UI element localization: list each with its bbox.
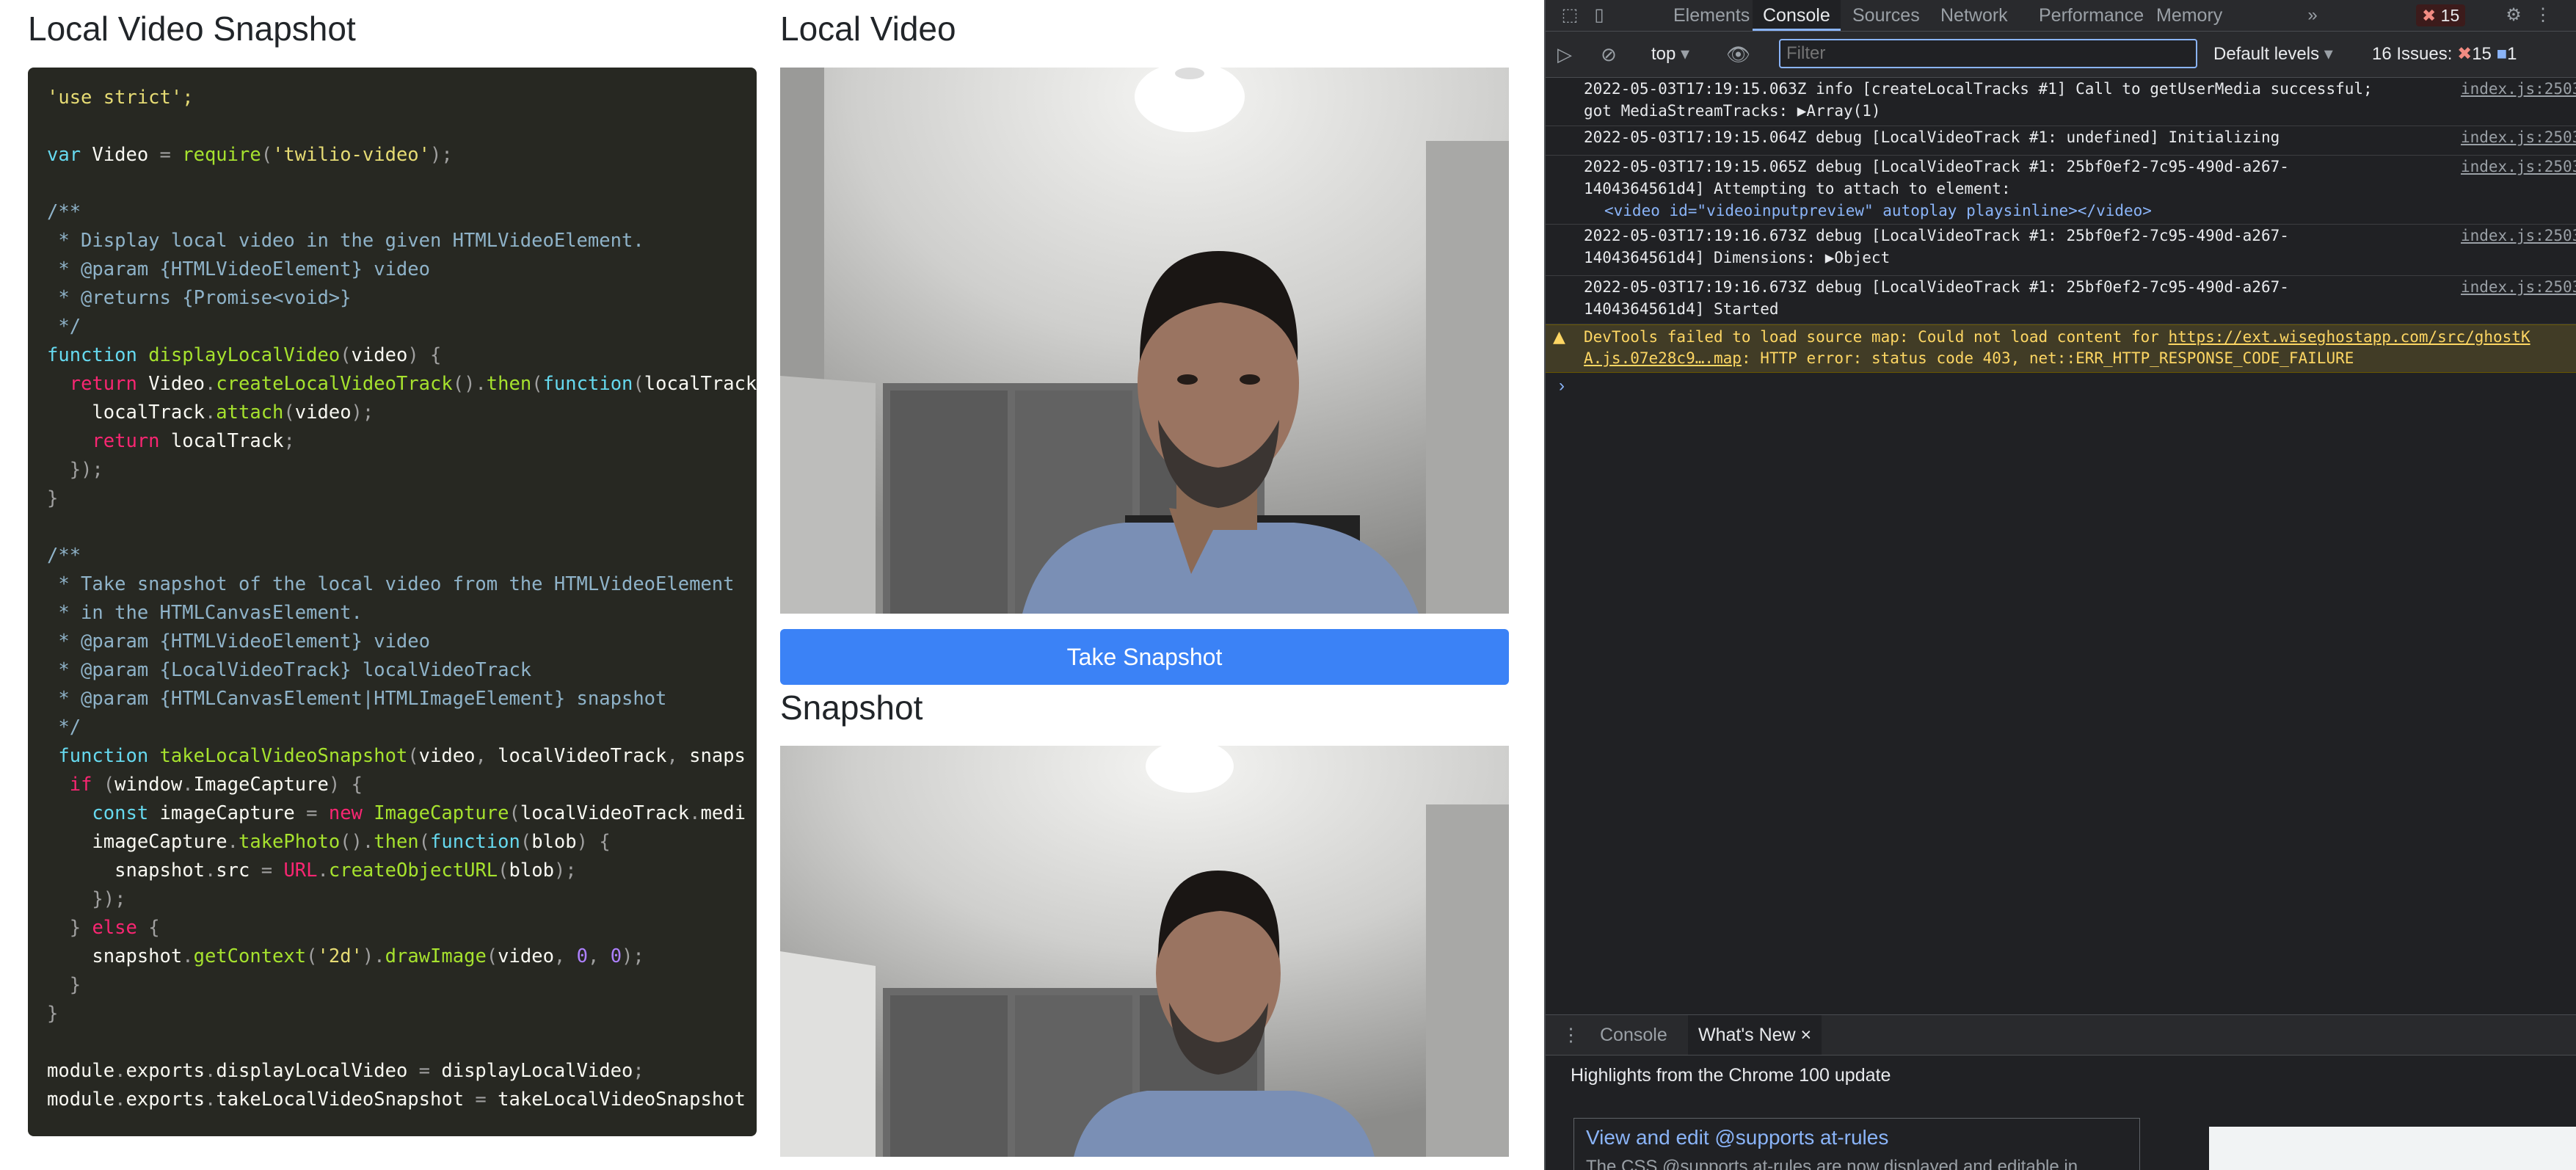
issues-label: 16 Issues: [2372, 44, 2453, 64]
device-toolbar-icon[interactable]: ▯ [1588, 4, 1610, 26]
snapshot-heading: Snapshot [780, 688, 923, 727]
log-source-link[interactable]: index.js:25033 [2461, 225, 2576, 247]
snapshot-frame-icon [780, 746, 1509, 1157]
devtools-panel: ⬚ ▯ Elements Console Sources Network Per… [1544, 0, 2576, 1170]
snapshot-image [780, 746, 1509, 1157]
log-levels-select[interactable]: Default levels ▾ [2213, 32, 2333, 77]
source-map-link[interactable]: https://ext.wiseghostapp.com/src/ghostK [2169, 328, 2530, 346]
clear-console-icon[interactable]: ⊘ [1597, 43, 1620, 66]
source-map-link-continued[interactable]: A.js.07e28c9….map [1584, 349, 1742, 367]
whats-new-card[interactable]: View and edit @supports at-rules The CSS… [1573, 1118, 2140, 1170]
close-icon[interactable]: × [1801, 1025, 1812, 1045]
whats-new-heading: Highlights from the Chrome 100 update [1571, 1065, 1891, 1086]
whats-new-card-title[interactable]: View and edit @supports at-rules [1586, 1126, 1888, 1149]
log-element-node[interactable]: <video id="videoinputpreview" autoplay p… [1604, 200, 2152, 222]
tab-performance[interactable]: Performance [2029, 0, 2154, 31]
warning-text: DevTools failed to load source map: Coul… [1584, 327, 2530, 369]
inspect-element-icon[interactable]: ⬚ [1559, 4, 1581, 26]
warning-suffix: : HTTP error: status code 403, net::ERR_… [1741, 349, 2354, 367]
web-page: Local Video Snapshot 'use strict'; var V… [0, 0, 1544, 1170]
more-vertical-icon[interactable]: ⋮ [1556, 1015, 1586, 1055]
log-text: 2022-05-03T17:19:15.063Z info [createLoc… [1584, 80, 2373, 120]
drawer-tab-whats-new[interactable]: What's New × [1688, 1015, 1822, 1055]
log-text: 2022-05-03T17:19:16.673Z debug [LocalVid… [1584, 278, 2289, 318]
code-line: function takeLocalVideoSnapshot(video, l… [47, 745, 746, 1025]
local-video [780, 68, 1509, 614]
code-block: 'use strict'; var Video = require('twili… [28, 68, 757, 1136]
error-count: 15 [2440, 6, 2460, 25]
log-text: 2022-05-03T17:19:15.065Z debug [LocalVid… [1584, 158, 2289, 197]
tab-sources[interactable]: Sources [1842, 0, 1930, 31]
filter-input[interactable] [1779, 39, 2197, 68]
more-vertical-icon[interactable]: ⋮ [2532, 4, 2554, 26]
whats-new-preview-image [2209, 1127, 2576, 1170]
code-comment: /** * Display local video in the given H… [47, 201, 644, 338]
info-icon: ■ [2496, 44, 2508, 64]
issues-info-count: 1 [2507, 44, 2517, 64]
code-line: function displayLocalVideo(video) { retu… [47, 344, 757, 509]
issues-error-count: 15 [2472, 44, 2492, 64]
whats-new-card-desc: The CSS @supports at-rules are now displ… [1586, 1157, 2078, 1170]
tab-memory[interactable]: Memory [2146, 0, 2233, 31]
eye-icon[interactable]: 👁 [1726, 43, 1750, 66]
code-line: module.exports.displayLocalVideo = displ… [47, 1060, 746, 1111]
tab-console[interactable]: Console [1753, 0, 1841, 31]
error-icon: ✖ [2457, 44, 2473, 64]
console-message: 2022-05-03T17:19:15.065Z debug [LocalVid… [1546, 156, 2576, 225]
dropdown-arrow-icon: ▾ [1681, 44, 1690, 64]
log-source-link[interactable]: index.js:25033 [2461, 276, 2576, 298]
drawer-tab-label: What's New [1698, 1025, 1796, 1045]
log-text: 2022-05-03T17:19:15.064Z debug [LocalVid… [1584, 128, 2280, 146]
issues-button[interactable]: 16 Issues: ✖15 ■1 [2372, 32, 2517, 77]
log-text: 2022-05-03T17:19:16.673Z debug [LocalVid… [1584, 227, 2289, 266]
console-message: 2022-05-03T17:19:15.064Z debug [LocalVid… [1546, 126, 2576, 156]
error-count-badge[interactable]: ✖ 15 [2416, 4, 2466, 26]
dropdown-arrow-icon: ▾ [2324, 44, 2333, 64]
devtools-drawer: ⋮ Console What's New × Highlights from t… [1546, 1014, 2576, 1170]
video-frame-icon [780, 68, 1509, 614]
code-comment: /** * Take snapshot of the local video f… [47, 545, 735, 738]
console-warning: ▲ DevTools failed to load source map: Co… [1546, 324, 2576, 373]
tab-network[interactable]: Network [1930, 0, 2018, 31]
error-icon: ✖ [2422, 6, 2437, 25]
take-snapshot-button[interactable]: Take Snapshot [780, 629, 1509, 685]
drawer-tab-console[interactable]: Console [1590, 1015, 1678, 1055]
devtools-tabbar: ⬚ ▯ Elements Console Sources Network Per… [1546, 0, 2576, 32]
console-message: 2022-05-03T17:19:16.673Z debug [LocalVid… [1546, 276, 2576, 324]
chevron-double-right-icon[interactable]: » [2302, 4, 2324, 26]
log-source-link[interactable]: index.js:25033 [2461, 126, 2576, 148]
warning-prefix: DevTools failed to load source map: Coul… [1584, 328, 2169, 346]
tab-elements[interactable]: Elements [1663, 0, 1760, 31]
local-video-heading: Local Video [780, 10, 956, 48]
code-text: 'use strict'; var Video = require('twili… [28, 68, 757, 1114]
log-source-link[interactable]: index.js:25033 [2461, 156, 2576, 178]
log-source-link[interactable]: index.js:25033 [2461, 78, 2576, 100]
context-select[interactable]: top ▾ [1651, 32, 1689, 77]
console-message: 2022-05-03T17:19:15.063Z info [createLoc… [1546, 78, 2576, 126]
page-title: Local Video Snapshot [28, 10, 356, 48]
gear-icon[interactable]: ⚙ [2503, 4, 2525, 26]
drawer-tabbar: ⋮ Console What's New × [1546, 1015, 2576, 1055]
log-levels-label: Default levels [2213, 44, 2320, 64]
console-prompt[interactable]: › [1559, 376, 1565, 396]
console-message: 2022-05-03T17:19:16.673Z debug [LocalVid… [1546, 225, 2576, 276]
sidebar-toggle-icon[interactable]: ▷ [1553, 43, 1576, 66]
console-toolbar: ▷ ⊘ top ▾ 👁 Default levels ▾ 16 Issues: … [1546, 32, 2576, 78]
warning-icon: ▲ [1553, 328, 1565, 346]
code-line: var Video = require('twilio-video'); [47, 144, 453, 166]
context-label: top [1651, 44, 1676, 64]
code-line: 'use strict'; [47, 87, 194, 109]
